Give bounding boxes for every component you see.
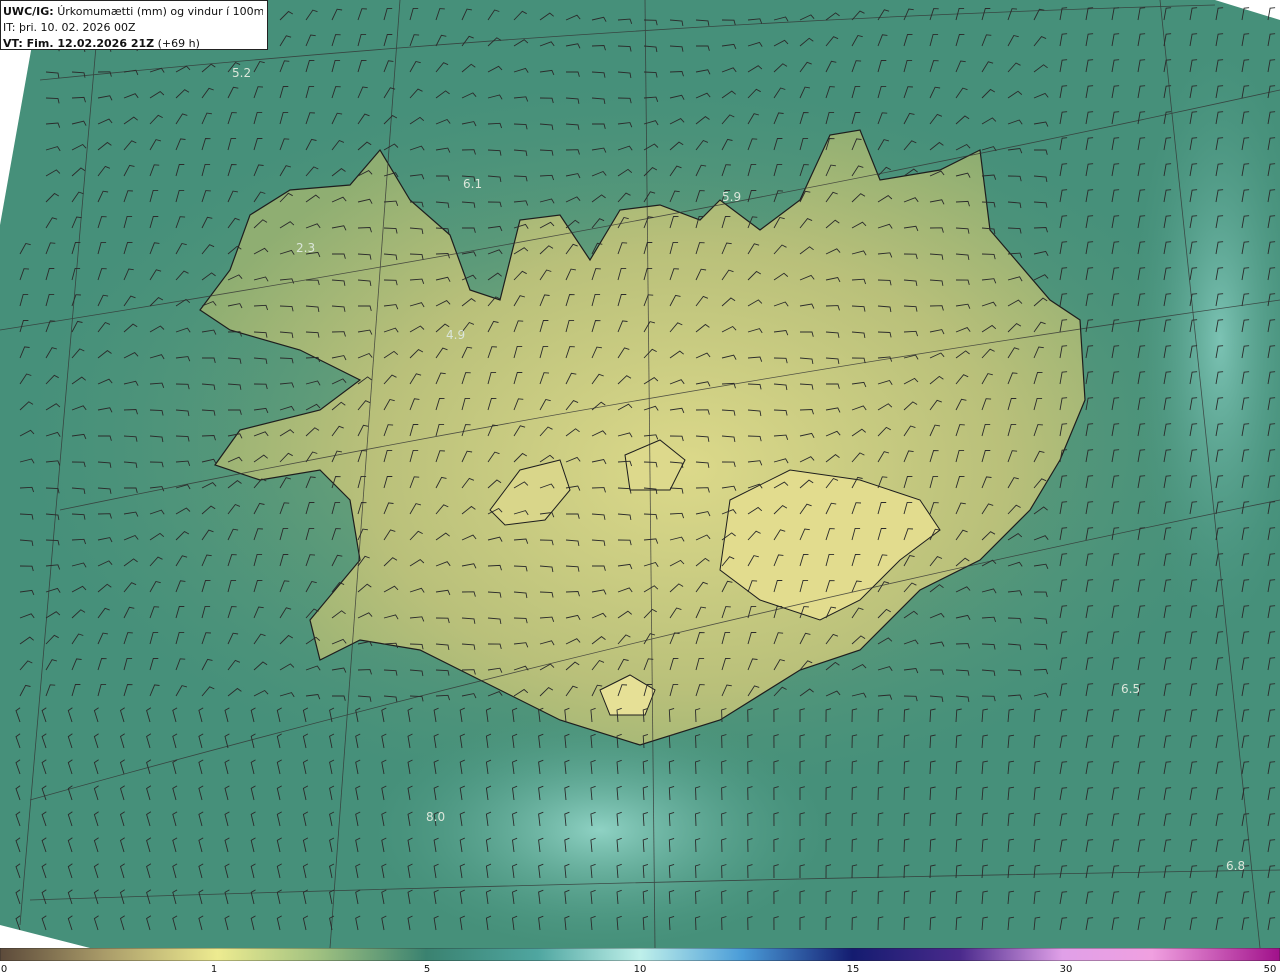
- precip-label-nw: 5.2: [232, 66, 251, 80]
- precip-label-south-sea: 8.0: [426, 810, 445, 824]
- colorbar-ticks: 0 1 5 10 15 30 50: [0, 961, 1280, 978]
- precip-label-east-sea: 6.5: [1121, 682, 1140, 696]
- precipitation-wind-map[interactable]: 5.2 6.1 5.9 2.3 4.9 6.5 8.0 6.8: [0, 0, 1280, 948]
- tick-30: 30: [1059, 964, 1073, 975]
- tick-50: 50: [1263, 964, 1277, 975]
- precip-label-se-corner: 6.8: [1226, 859, 1245, 873]
- title-line: UWC/IG: Úrkomumætti (mm) og vindur í 100…: [3, 4, 263, 20]
- valid-time-line: VT: Fim. 12.02.2026 21Z (+69 h): [3, 36, 263, 52]
- init-time: IT: þri. 10. 02. 2026 00Z: [3, 21, 136, 34]
- forecast-hour: (+69 h): [157, 37, 200, 50]
- tick-0: 0: [0, 964, 8, 975]
- colorbar: [0, 948, 1280, 961]
- precip-label-west: 4.9: [446, 328, 465, 342]
- tick-1: 1: [210, 964, 218, 975]
- precip-label-westfjords: 2.3: [296, 241, 315, 255]
- product-title: Úrkomumætti (mm) og vindur í 100m hæð: [57, 5, 263, 18]
- south-sea-max: [370, 710, 830, 948]
- tick-5: 5: [423, 964, 431, 975]
- forecast-info-box: UWC/IG: Úrkomumætti (mm) og vindur í 100…: [0, 0, 268, 50]
- tick-10: 10: [633, 964, 647, 975]
- precip-label-north-1: 6.1: [463, 177, 482, 191]
- model-name: UWC/IG:: [3, 5, 54, 18]
- valid-time: VT: Fim. 12.02.2026 21Z: [3, 37, 155, 50]
- precip-label-north-2: 5.9: [722, 190, 741, 204]
- tick-15: 15: [846, 964, 860, 975]
